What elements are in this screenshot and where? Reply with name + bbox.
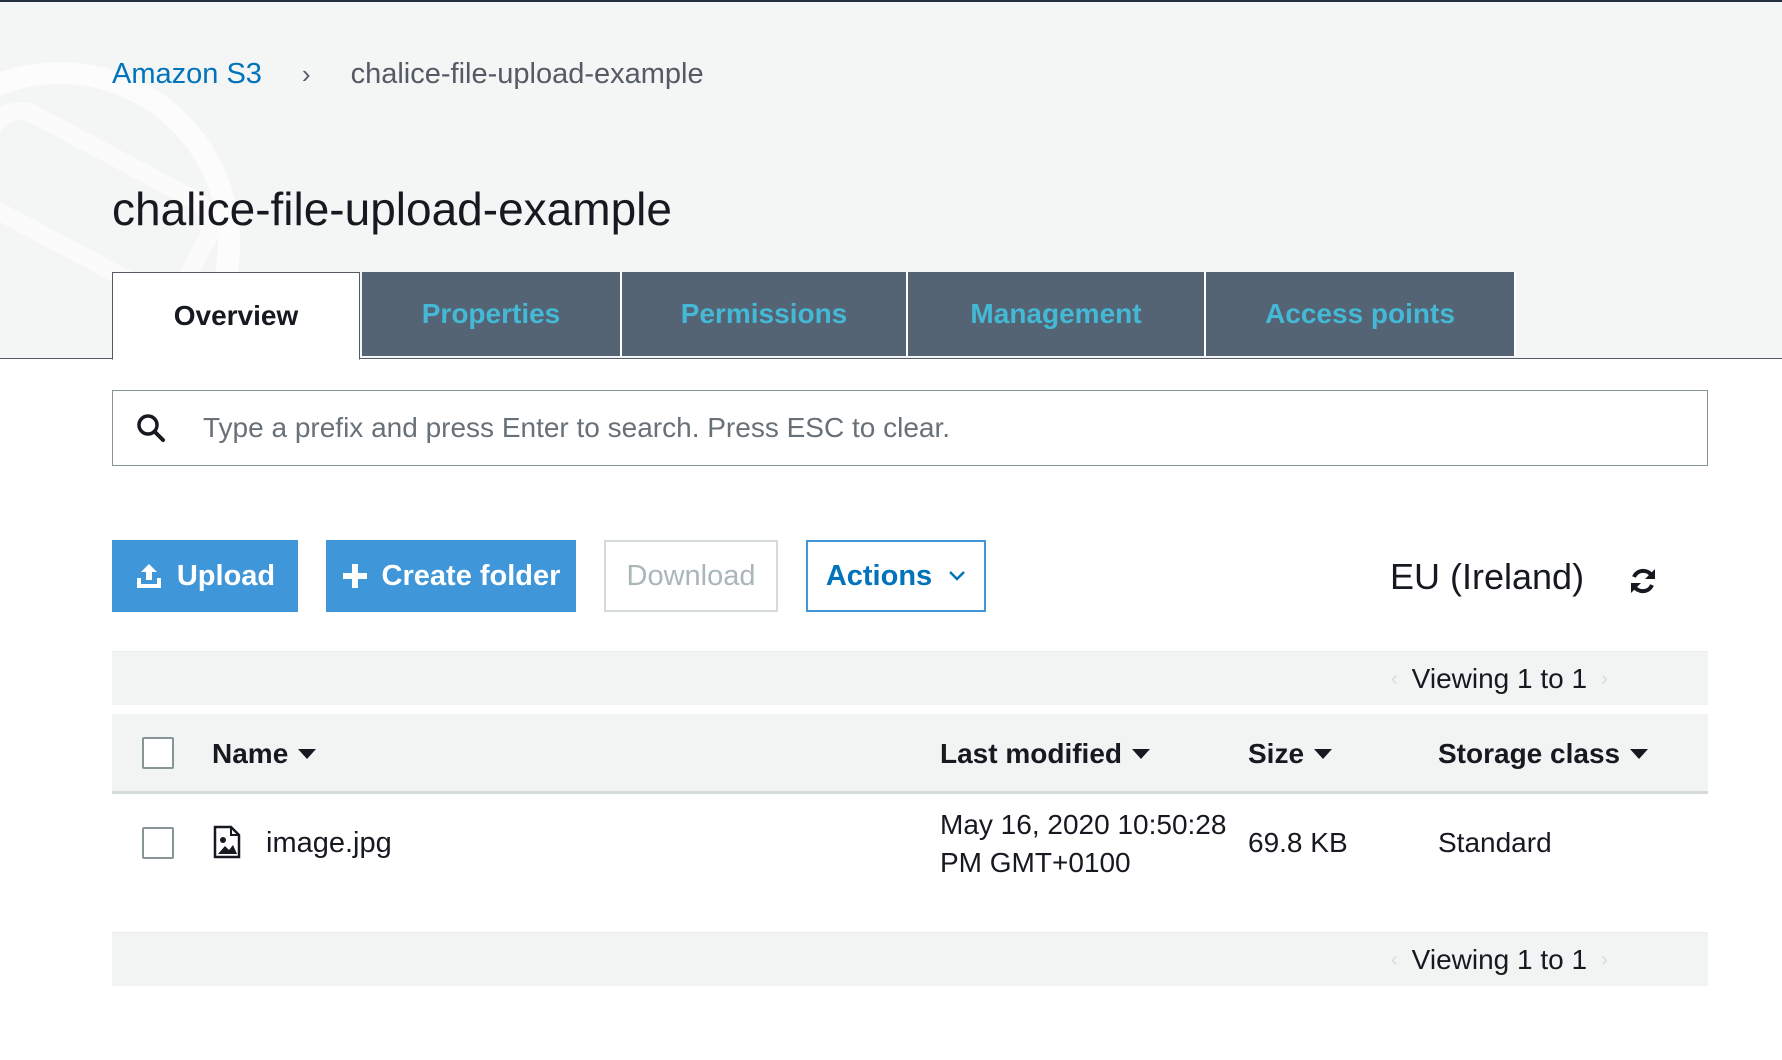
search-icon — [113, 390, 189, 466]
pager-next-icon[interactable]: › — [1601, 668, 1608, 691]
column-header-storage-class-label: Storage class — [1438, 738, 1621, 769]
tab-bar: Overview Properties Permissions Manageme… — [112, 272, 1516, 360]
pager-top: ‹ Viewing 1 to 1 › — [1377, 652, 1622, 706]
file-name-link[interactable]: image.jpg — [266, 827, 392, 860]
pager-prev-icon[interactable]: ‹ — [1391, 668, 1398, 691]
search-input[interactable] — [189, 393, 1707, 463]
column-header-last-modified-label: Last modified — [940, 738, 1123, 769]
pager-next-icon[interactable]: › — [1601, 949, 1608, 972]
table-row: image.jpg May 16, 2020 10:50:28 PM GMT+0… — [112, 797, 1708, 889]
table-header: Name Last modified Size Storage class — [112, 714, 1708, 794]
tab-access-points[interactable]: Access points — [1206, 272, 1516, 356]
pager-prev-icon[interactable]: ‹ — [1391, 949, 1398, 972]
column-header-storage-class[interactable]: Storage class — [1438, 714, 1649, 794]
tab-overview[interactable]: Overview — [112, 272, 360, 360]
breadcrumb-current: chalice-file-upload-example — [350, 57, 704, 90]
create-folder-button[interactable]: Create folder — [326, 540, 576, 612]
pager-bottom-bar: ‹ Viewing 1 to 1 › — [112, 932, 1708, 986]
pager-bottom: ‹ Viewing 1 to 1 › — [1377, 933, 1622, 987]
pager-text: Viewing 1 to 1 — [1411, 663, 1588, 694]
tab-properties[interactable]: Properties — [362, 272, 622, 356]
column-header-size-label: Size — [1248, 738, 1305, 769]
breadcrumb-amazon-s3-link[interactable]: Amazon S3 — [112, 58, 262, 91]
column-header-name[interactable]: Name — [212, 714, 317, 794]
upload-button[interactable]: Upload — [112, 540, 298, 612]
create-folder-button-label: Create folder — [381, 559, 561, 592]
column-header-name-label: Name — [212, 738, 289, 769]
download-button[interactable]: Download — [604, 540, 778, 612]
row-checkbox[interactable] — [142, 827, 174, 859]
breadcrumb: Amazon S3 › chalice-file-upload-example — [112, 54, 704, 94]
column-header-last-modified[interactable]: Last modified — [940, 714, 1151, 794]
page-title: chalice-file-upload-example — [112, 183, 672, 235]
column-header-size[interactable]: Size — [1248, 714, 1333, 794]
upload-button-label: Upload — [176, 559, 276, 592]
region-label: EU (Ireland) — [1390, 556, 1585, 597]
upload-icon — [135, 562, 163, 590]
plus-icon — [342, 563, 368, 589]
tab-permissions[interactable]: Permissions — [622, 272, 908, 356]
pager-text: Viewing 1 to 1 — [1411, 944, 1588, 975]
sort-caret-icon — [298, 749, 317, 759]
sort-caret-icon — [1630, 749, 1649, 759]
actions-dropdown-label: Actions — [825, 559, 933, 592]
sort-caret-icon — [1132, 749, 1151, 759]
storage-class: Standard — [1438, 827, 1552, 858]
search-box — [112, 390, 1708, 466]
file-size: 69.8 KB — [1248, 827, 1348, 858]
actions-dropdown[interactable]: Actions — [806, 540, 986, 612]
breadcrumb-separator-icon: › — [301, 58, 311, 89]
last-modified-line1: May 16, 2020 10:50:28 — [940, 809, 1227, 840]
chevron-down-icon — [948, 570, 966, 582]
sort-caret-icon — [1314, 749, 1333, 759]
last-modified-line2: PM GMT+0100 — [940, 847, 1131, 878]
image-file-icon — [212, 825, 242, 859]
pager-top-bar: ‹ Viewing 1 to 1 › — [112, 651, 1708, 705]
tab-management[interactable]: Management — [908, 272, 1206, 356]
select-all-checkbox[interactable] — [142, 737, 174, 769]
refresh-icon[interactable] — [1628, 566, 1658, 596]
